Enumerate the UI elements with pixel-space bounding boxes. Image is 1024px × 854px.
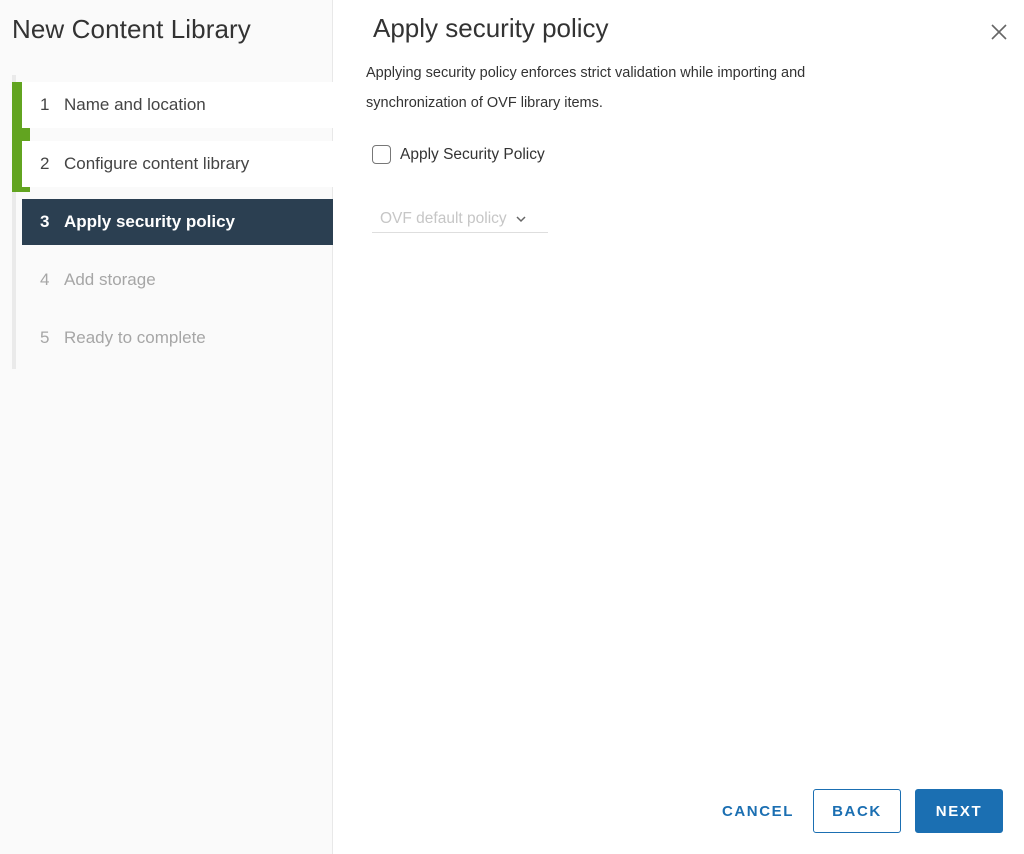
step-number: 5 [40, 328, 50, 347]
step-label: Ready to complete [64, 328, 206, 347]
close-icon [991, 24, 1007, 40]
step-label: Configure content library [64, 154, 250, 173]
cancel-button[interactable]: CANCEL [713, 789, 803, 833]
description-line: synchronization of OVF library items. [366, 95, 603, 111]
back-button[interactable]: BACK [813, 789, 901, 833]
select-value: OVF default policy [380, 210, 507, 227]
wizard-sidebar: New Content Library 1 Name and location … [0, 0, 333, 854]
step-number: 3 [40, 212, 50, 231]
step-label: Apply security policy [64, 212, 235, 231]
apply-security-policy-option[interactable]: Apply Security Policy [372, 145, 545, 164]
step-number: 2 [40, 154, 50, 173]
next-button[interactable]: NEXT [915, 789, 1003, 833]
close-button[interactable] [989, 22, 1009, 42]
security-policy-select[interactable]: OVF default policy [372, 206, 548, 233]
wizard-content: Apply security policy Applying security … [333, 0, 1024, 854]
step-add-storage: 4 Add storage [22, 257, 333, 303]
step-apply-security-policy[interactable]: 3 Apply security policy [22, 199, 333, 245]
page-description: Applying security policy enforces strict… [366, 58, 966, 118]
new-content-library-wizard: New Content Library 1 Name and location … [0, 0, 1024, 854]
checkbox-label: Apply Security Policy [400, 145, 545, 163]
step-ready-to-complete: 5 Ready to complete [22, 315, 333, 361]
apply-security-policy-checkbox[interactable] [372, 145, 391, 164]
step-configure-content-library[interactable]: 2 Configure content library [22, 141, 333, 187]
wizard-title: New Content Library [12, 14, 251, 44]
page-title: Apply security policy [373, 13, 609, 43]
step-number: 4 [40, 270, 50, 289]
step-name-and-location[interactable]: 1 Name and location [22, 82, 333, 128]
chevron-down-icon [516, 216, 526, 223]
step-number: 1 [40, 95, 50, 114]
step-label: Name and location [64, 95, 206, 114]
step-label: Add storage [64, 270, 156, 289]
description-line: Applying security policy enforces strict… [366, 65, 806, 81]
